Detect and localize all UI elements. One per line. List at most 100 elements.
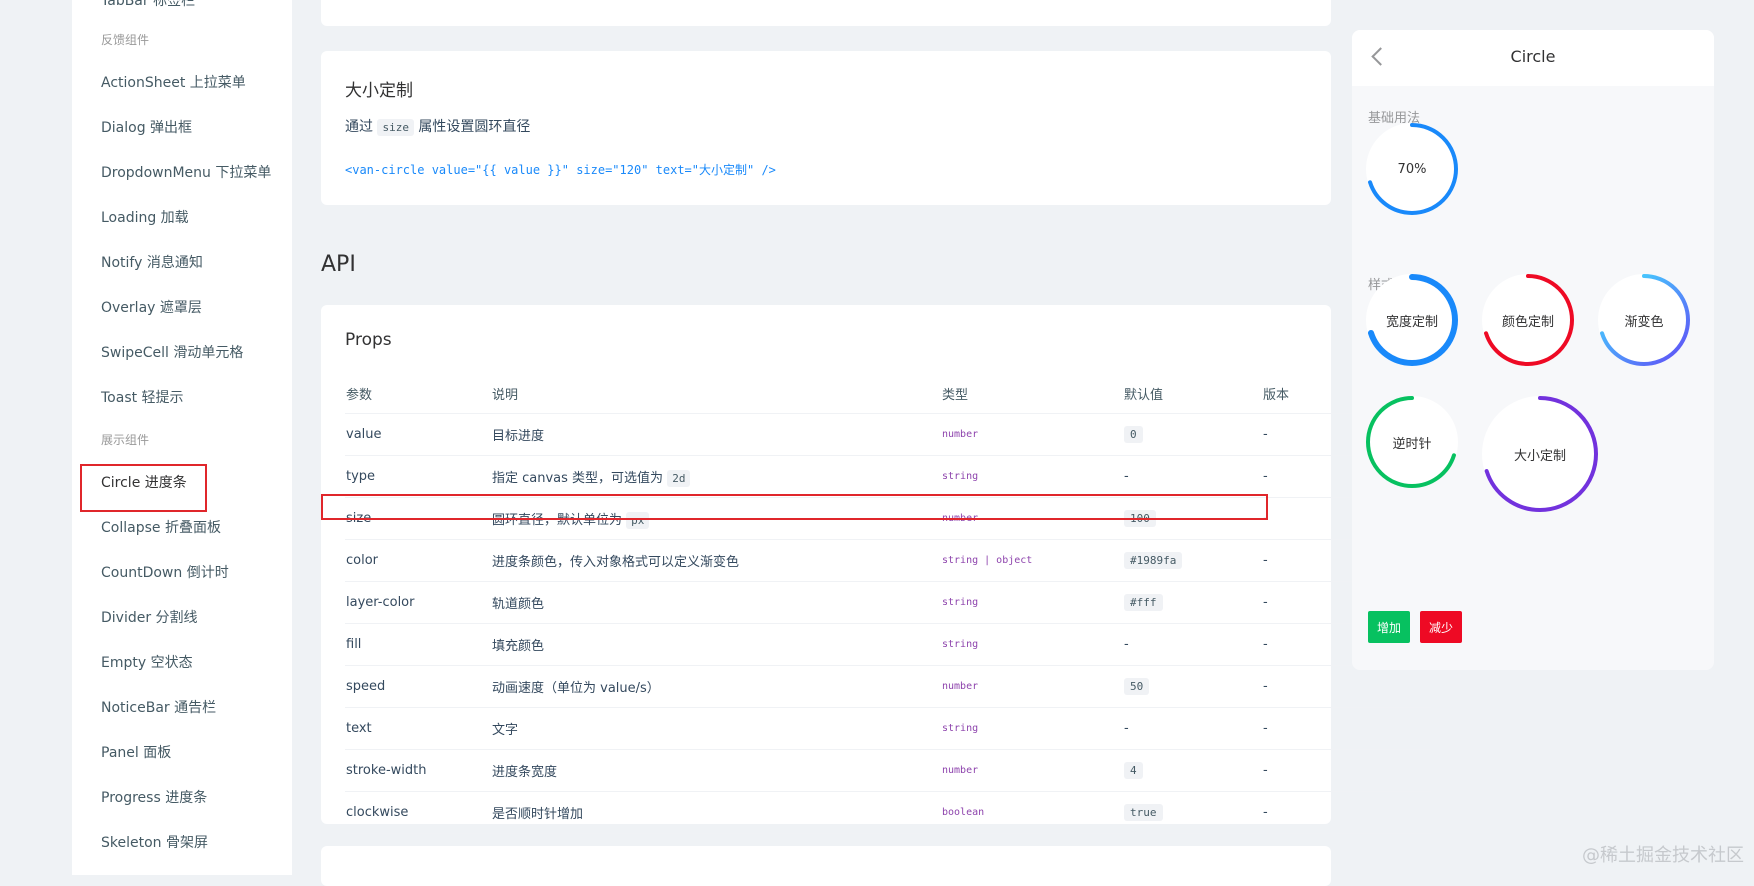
- prop-desc: 指定 canvas 类型，可选值为 2d: [491, 455, 941, 498]
- watermark: @稀土掘金技术社区: [1582, 845, 1744, 866]
- prop-name: color: [345, 539, 491, 582]
- next-card: [321, 846, 1331, 886]
- mobile-preview: Circle 基础用法 样式定制 70% 宽度定制 颜色定制 渐变色 逆时针 大…: [1352, 30, 1714, 670]
- increase-button[interactable]: 增加: [1368, 611, 1410, 643]
- prop-name: clockwise: [345, 791, 491, 834]
- sidebar-item-empty[interactable]: Empty 空状态: [101, 652, 193, 672]
- desc-inline-code: 2d: [667, 470, 691, 487]
- props-card: Props 参数 说明 类型 默认值 版本 value 目标进度 number 0- t…: [321, 305, 1431, 834]
- prop-desc: 填充颜色: [491, 623, 941, 666]
- sidebar-item-divider[interactable]: Divider 分割线: [101, 607, 198, 627]
- sidebar-item-progress[interactable]: Progress 进度条: [101, 787, 207, 807]
- sidebar-item-swipecell[interactable]: SwipeCell 滑动单元格: [101, 342, 243, 362]
- sidebar-item-notify[interactable]: Notify 消息通知: [101, 252, 203, 272]
- prop-name: layer-color: [345, 581, 491, 624]
- circle-basic: 70%: [1366, 123, 1458, 215]
- highlight-box-circle: [80, 464, 207, 512]
- prop-default: -: [1123, 623, 1262, 666]
- prop-type: string | object: [941, 539, 1123, 582]
- sidebar-item-actionsheet[interactable]: ActionSheet 上拉菜单: [101, 72, 246, 92]
- props-title: Props: [345, 330, 392, 350]
- card-title: 大小定制: [345, 81, 413, 101]
- prop-name: text: [345, 707, 491, 750]
- prop-default: -: [1123, 455, 1262, 498]
- api-heading: API: [321, 252, 356, 277]
- table-row: clockwise 是否顺时针增加 boolean true -: [345, 791, 1431, 834]
- prop-desc: 目标进度: [491, 413, 941, 456]
- sidebar-item-overlay[interactable]: Overlay 遮罩层: [101, 297, 202, 317]
- circle-gradient: 渐变色: [1598, 274, 1690, 366]
- table-row: type 指定 canvas 类型，可选值为 2d string - -: [345, 455, 1431, 498]
- desc-inline-code: size: [377, 119, 414, 136]
- prop-desc: 动画速度（单位为 value/s）: [491, 665, 941, 708]
- circle-counter: 逆时针: [1366, 396, 1458, 488]
- col-header: 默认值: [1123, 373, 1262, 414]
- table-row: stroke-width 进度条宽度 number 4-: [345, 749, 1431, 792]
- prop-type: number: [941, 749, 1123, 792]
- prop-type: string: [941, 707, 1123, 750]
- code-snippet: <van-circle value="{{ value }}" size="12…: [345, 163, 776, 177]
- desc-text: 属性设置圆环直径: [418, 119, 531, 135]
- sidebar-item-tabbar[interactable]: TabBar 标签栏: [101, 0, 195, 10]
- prop-name: fill: [345, 623, 491, 666]
- sidebar-item-noticebar[interactable]: NoticeBar 通告栏: [101, 697, 216, 717]
- decrease-button[interactable]: 减少: [1420, 611, 1462, 643]
- col-header: 说明: [491, 373, 941, 414]
- prop-default: #fff: [1123, 581, 1262, 624]
- sidebar-item-countdown[interactable]: CountDown 倒计时: [101, 562, 229, 582]
- table-row: fill 填充颜色 string - -: [345, 623, 1431, 666]
- prop-desc: 进度条颜色，传入对象格式可以定义渐变色: [491, 539, 941, 582]
- prop-version: -: [1262, 749, 1431, 792]
- circle-text: 大小定制: [1513, 448, 1566, 464]
- sidebar-item-loading[interactable]: Loading 加载: [101, 207, 189, 227]
- card-description: 通过 size 属性设置圆环直径: [345, 116, 530, 136]
- col-header: 参数: [345, 373, 491, 414]
- desc-text: 通过: [345, 119, 373, 135]
- prop-desc: 轨道颜色: [491, 581, 941, 624]
- prop-version: -: [1262, 665, 1431, 708]
- circle-text: 渐变色: [1624, 314, 1664, 330]
- prop-desc: 进度条宽度: [491, 749, 941, 792]
- prop-default: true: [1123, 791, 1262, 834]
- prop-name: speed: [345, 665, 491, 708]
- sidebar-item-dropdownmenu[interactable]: DropdownMenu 下拉菜单: [101, 162, 271, 182]
- prop-default: #1989fa: [1123, 539, 1262, 582]
- sidebar-item-collapse[interactable]: Collapse 折叠面板: [101, 517, 221, 537]
- prop-version: -: [1262, 707, 1431, 750]
- sidebar-item-panel[interactable]: Panel 面板: [101, 742, 171, 762]
- prop-type: string: [941, 623, 1123, 666]
- prop-name: value: [345, 413, 491, 456]
- table-row: value 目标进度 number 0-: [345, 413, 1431, 456]
- circle-size: 大小定制: [1482, 396, 1598, 512]
- table-row: speed 动画速度（单位为 value/s） number 50-: [345, 665, 1431, 708]
- prop-version: -: [1262, 791, 1431, 834]
- prop-name: type: [345, 455, 491, 498]
- circle-text: 颜色定制: [1501, 314, 1554, 330]
- preview-navbar: Circle: [1352, 30, 1714, 86]
- prop-type: number: [941, 413, 1123, 456]
- prop-type: boolean: [941, 791, 1123, 834]
- prop-desc: 文字: [491, 707, 941, 750]
- preview-title: Circle: [1510, 47, 1556, 66]
- sidebar-item-dialog[interactable]: Dialog 弹出框: [101, 117, 192, 137]
- sidebar-group-display: 展示组件: [101, 433, 150, 447]
- table-header-row: 参数 说明 类型 默认值 版本: [345, 373, 1431, 414]
- circle-text: 逆时针: [1392, 436, 1432, 452]
- prop-default: 50: [1123, 665, 1262, 708]
- prop-type: string: [941, 581, 1123, 624]
- prop-default: 0: [1123, 413, 1262, 456]
- circle-color: 颜色定制: [1482, 274, 1574, 366]
- circle-text: 宽度定制: [1385, 314, 1438, 330]
- prop-desc: 是否顺时针增加: [491, 791, 941, 834]
- circle-text: 70%: [1397, 161, 1427, 177]
- prop-type: string: [941, 455, 1123, 498]
- sidebar-item-toast[interactable]: Toast 轻提示: [101, 387, 184, 407]
- sidebar-nav: TabBar 标签栏 反馈组件 ActionSheet 上拉菜单 Dialog …: [72, 0, 292, 875]
- prop-type: number: [941, 665, 1123, 708]
- highlight-box-size-row: [321, 494, 1268, 520]
- table-row: color 进度条颜色，传入对象格式可以定义渐变色 string | object #…: [345, 539, 1431, 582]
- sidebar-group-feedback: 反馈组件: [101, 33, 150, 47]
- prop-default: -: [1123, 707, 1262, 750]
- circle-width: 宽度定制: [1366, 274, 1458, 366]
- sidebar-item-skeleton[interactable]: Skeleton 骨架屏: [101, 832, 208, 852]
